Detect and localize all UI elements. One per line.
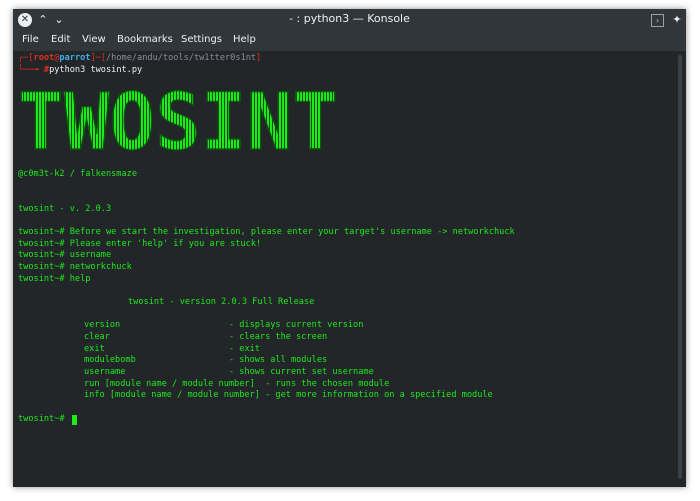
konsole-window: ✕ ⌃ ⌄ - : python3 — Konsole › ✦ File Edi… [13, 9, 686, 487]
shell-command-line: └──╼ #python3 twosint.py [18, 65, 143, 75]
help-command-row: modulebomb - shows all modules [84, 355, 328, 365]
help-command-row: exit - exit [84, 344, 260, 354]
shell-prompt-line: ┌─[root@parrot]─[/home/andu/tools/tw1tte… [18, 53, 262, 63]
menu-view[interactable]: View [82, 34, 106, 45]
menu-help[interactable]: Help [233, 34, 256, 45]
shell-command: python3 twosint.py [49, 65, 143, 75]
window-title: - : python3 — Konsole [289, 12, 410, 25]
title-bar: ✕ ⌃ ⌄ - : python3 — Konsole › ✦ [13, 9, 686, 31]
session-line: twosint~# networkchuck [18, 262, 132, 272]
twosint-logo: TWOSINT [18, 87, 339, 157]
logo-text: TWOSINT [18, 87, 338, 157]
session-line: twosint~# help [18, 274, 91, 284]
menu-bar: File Edit View Bookmarks Settings Help [13, 31, 686, 51]
menu-settings[interactable]: Settings [181, 34, 222, 45]
text-cursor [72, 415, 77, 425]
session-line: twosint~# Before we start the investigat… [18, 227, 515, 237]
help-command-row: username - shows current set username [84, 367, 374, 377]
prompt-user: root [33, 53, 55, 63]
help-command-row: version - displays current version [84, 320, 364, 330]
credit-line: @c0m3t-k2 / falkensmaze [18, 169, 137, 179]
help-command-row: info [module name / module number] - get… [84, 390, 493, 400]
pin-icon[interactable]: ✦ [670, 13, 684, 27]
help-command-row: clear - clears the screen [84, 332, 328, 342]
session-line: twosint~# Please enter 'help' if you are… [18, 239, 262, 249]
current-prompt: twosint~# [18, 414, 70, 424]
session-line: twosint~# username [18, 250, 112, 260]
prompt-host: parrot [59, 53, 91, 63]
help-command-row: run [module name / module number] - runs… [84, 379, 390, 389]
help-heading: twosint - version 2.0.3 Full Release [128, 297, 315, 307]
terminal-scrollbar[interactable] [678, 55, 682, 479]
menu-file[interactable]: File [22, 34, 39, 45]
menu-edit[interactable]: Edit [51, 34, 70, 45]
menu-box-icon[interactable]: › [651, 14, 664, 27]
prompt-path: /home/andu/tools/tw1tter0s1nt [106, 53, 257, 63]
version-line: twosint - v. 2.0.3 [18, 204, 112, 214]
menu-bookmarks[interactable]: Bookmarks [117, 34, 173, 45]
